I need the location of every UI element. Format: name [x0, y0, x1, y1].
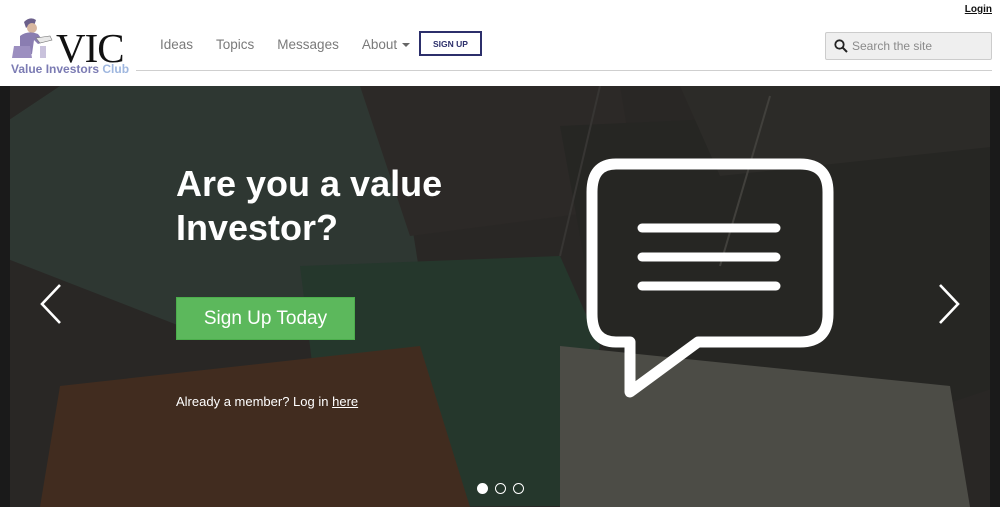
header-divider [136, 70, 992, 71]
nav-ideas[interactable]: Ideas [160, 37, 193, 52]
carousel-dot[interactable] [477, 483, 488, 494]
login-link[interactable]: Login [965, 4, 992, 15]
search-box[interactable] [825, 32, 992, 60]
search-icon [834, 39, 848, 53]
nav-about-label: About [361, 37, 398, 52]
signup-today-button[interactable]: Sign Up Today [176, 297, 355, 340]
hero-carousel: Are you a value Investor? Sign Up Today … [0, 86, 1000, 507]
main-nav: Ideas Topics Messages About [160, 37, 433, 52]
search-input[interactable] [852, 39, 982, 53]
chevron-left-icon[interactable] [38, 282, 64, 326]
logo-figure-icon [12, 18, 53, 58]
hero-title: Are you a value Investor? [176, 163, 443, 248]
signup-button[interactable]: SIGN UP [419, 31, 482, 56]
logo-subtitle-main: Value Investors [11, 62, 100, 76]
caret-down-icon [402, 43, 411, 48]
member-prefix: Already a member? Log in [176, 394, 329, 409]
member-login-text: Already a member? Log in here [176, 394, 358, 409]
login-here-link[interactable]: here [332, 394, 358, 409]
carousel-dot[interactable] [495, 483, 506, 494]
chevron-right-icon[interactable] [936, 282, 962, 326]
nav-about[interactable]: About [361, 37, 411, 52]
logo-subtitle: Value Investors Club [11, 62, 129, 76]
carousel-indicators [477, 483, 524, 494]
nav-topics[interactable]: Topics [216, 37, 254, 52]
logo-subtitle-club: Club [102, 62, 130, 76]
nav-messages[interactable]: Messages [277, 37, 339, 52]
logo[interactable]: VIC Value Investors Club [10, 16, 134, 80]
hero-overlay [0, 86, 1000, 507]
carousel-dot[interactable] [513, 483, 524, 494]
chat-bubble-icon [586, 158, 834, 398]
